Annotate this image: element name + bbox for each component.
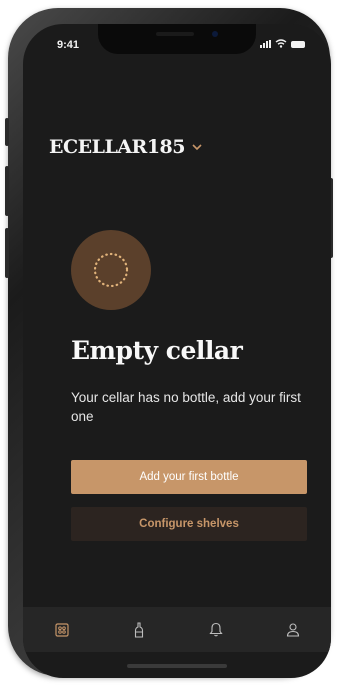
tab-profile[interactable] — [277, 614, 309, 646]
chevron-down-icon — [192, 144, 202, 151]
status-time: 9:41 — [57, 39, 80, 51]
status-icons — [260, 39, 305, 48]
tab-notifications[interactable] — [200, 614, 232, 646]
notch — [98, 24, 256, 54]
home-indicator — [127, 664, 227, 668]
cellar-name: ECELLAR185 — [49, 136, 186, 158]
cellar-selector[interactable]: ECELLAR185 — [49, 136, 203, 158]
volume-down-button — [5, 228, 9, 278]
tab-bar — [23, 607, 331, 652]
wifi-icon — [275, 39, 287, 48]
bottle-icon — [134, 621, 143, 638]
volume-up-button — [5, 166, 9, 216]
add-first-bottle-button[interactable]: Add your first bottle — [71, 460, 307, 494]
empty-cellar-icon — [71, 230, 151, 310]
empty-state-title: Empty cellar — [71, 336, 243, 365]
bell-icon — [208, 622, 223, 637]
tab-bottles[interactable] — [123, 614, 155, 646]
app-screen: 9:41 ECELLAR185 Empty cellar Your cellar… — [23, 24, 331, 678]
empty-state-message: Your cellar has no bottle, add your firs… — [71, 390, 301, 424]
dotted-ring-icon — [93, 252, 129, 288]
configure-shelves-button[interactable]: Configure shelves — [71, 507, 307, 541]
signal-icon — [260, 40, 271, 48]
phone-frame: 9:41 ECELLAR185 Empty cellar Your cellar… — [5, 8, 333, 678]
front-camera — [212, 31, 218, 37]
battery-icon — [291, 41, 305, 48]
user-icon — [286, 623, 299, 637]
mute-switch — [5, 118, 9, 146]
tab-cellar[interactable] — [46, 614, 78, 646]
cellar-grid-icon — [54, 622, 69, 637]
speaker — [156, 32, 194, 36]
